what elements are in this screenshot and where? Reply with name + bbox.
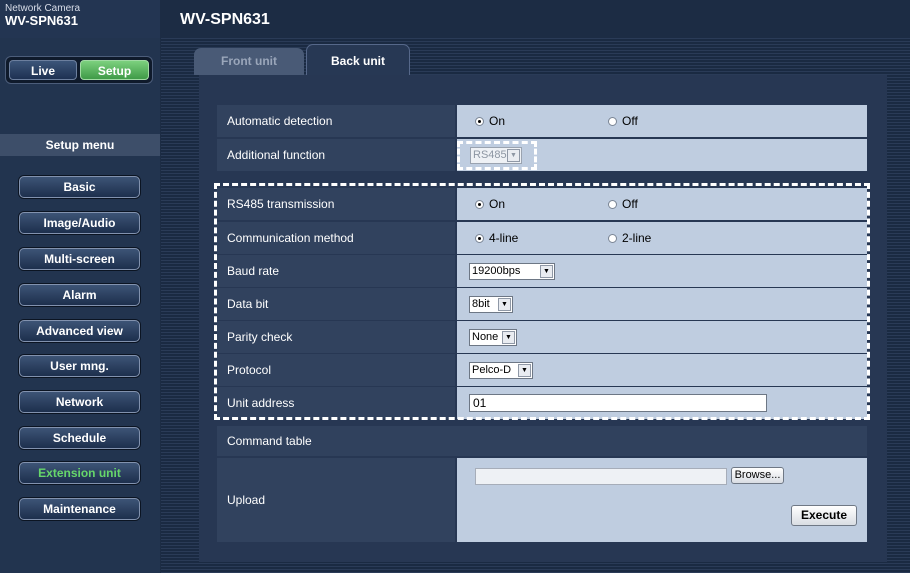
protocol-value: Pelco-D ▼ bbox=[457, 354, 867, 386]
communication-method-2line-radio[interactable]: 2-line bbox=[608, 222, 651, 254]
row-rs485-transmission: RS485 transmission On Off bbox=[217, 188, 867, 220]
tab-front-unit[interactable]: Front unit bbox=[194, 48, 304, 75]
file-path-input[interactable] bbox=[475, 468, 727, 485]
select-value: 8bit bbox=[472, 298, 490, 310]
sidebar-item-multi-screen[interactable]: Multi-screen bbox=[19, 248, 140, 270]
chevron-down-icon: ▼ bbox=[507, 149, 520, 162]
radio-label: 4-line bbox=[489, 231, 519, 245]
protocol-select[interactable]: Pelco-D ▼ bbox=[469, 362, 533, 379]
sidebar-item-maintenance[interactable]: Maintenance bbox=[19, 498, 140, 520]
automatic-detection-off-radio[interactable]: Off bbox=[608, 105, 638, 137]
setup-button[interactable]: Setup bbox=[80, 60, 149, 80]
browse-button[interactable]: Browse... bbox=[731, 467, 784, 484]
radio-label: On bbox=[489, 197, 506, 211]
execute-button[interactable]: Execute bbox=[791, 505, 857, 526]
chevron-down-icon: ▼ bbox=[518, 364, 531, 377]
row-baud-rate: Baud rate 19200bps ▼ bbox=[217, 255, 867, 287]
rs485-transmission-on-radio[interactable]: On bbox=[475, 188, 505, 220]
sidebar-item-image-audio[interactable]: Image/Audio bbox=[19, 212, 140, 234]
rs485-transmission-label: RS485 transmission bbox=[217, 188, 455, 220]
parity-check-value: None ▼ bbox=[457, 321, 867, 353]
sidebar-item-network[interactable]: Network bbox=[19, 391, 140, 413]
radio-unselected-icon bbox=[608, 116, 617, 126]
brand-block: Network Camera WV-SPN631 bbox=[0, 0, 160, 38]
row-upload: Upload Browse... Execute bbox=[217, 458, 867, 542]
radio-unselected-icon bbox=[608, 199, 617, 209]
chevron-down-icon: ▼ bbox=[498, 298, 511, 311]
select-value: RS485 bbox=[473, 149, 507, 161]
communication-method-4line-radio[interactable]: 4-line bbox=[475, 222, 518, 254]
radio-unselected-icon bbox=[608, 233, 617, 243]
automatic-detection-value: On Off bbox=[457, 105, 867, 137]
radio-selected-icon bbox=[475, 199, 484, 209]
additional-function-value: RS485 ▼ bbox=[457, 139, 867, 171]
select-value: None bbox=[472, 331, 499, 343]
sidebar-item-user-mng[interactable]: User mng. bbox=[19, 355, 140, 377]
setup-menu-header: Setup menu bbox=[0, 134, 160, 156]
unit-address-label: Unit address bbox=[217, 387, 455, 419]
rs485-transmission-value: On Off bbox=[457, 188, 867, 220]
communication-method-label: Communication method bbox=[217, 222, 455, 254]
communication-method-value: 4-line 2-line bbox=[457, 222, 867, 254]
unit-address-value: 01 bbox=[457, 387, 867, 419]
live-button[interactable]: Live bbox=[9, 60, 77, 80]
select-value: Pelco-D bbox=[472, 364, 512, 376]
parity-check-label: Parity check bbox=[217, 321, 455, 353]
row-protocol: Protocol Pelco-D ▼ bbox=[217, 354, 867, 386]
protocol-label: Protocol bbox=[217, 354, 455, 386]
baud-rate-value: 19200bps ▼ bbox=[457, 255, 867, 287]
radio-selected-icon bbox=[475, 116, 484, 126]
parity-check-select[interactable]: None ▼ bbox=[469, 329, 517, 346]
additional-function-label: Additional function bbox=[217, 139, 455, 171]
page-title: WV-SPN631 bbox=[180, 11, 270, 28]
sidebar-item-basic[interactable]: Basic bbox=[19, 176, 140, 198]
command-table-header: Command table bbox=[217, 426, 867, 456]
select-value: 19200bps bbox=[472, 265, 521, 277]
mode-switch: Live Setup bbox=[5, 56, 153, 84]
radio-label: On bbox=[489, 114, 506, 128]
radio-label: 2-line bbox=[622, 231, 652, 245]
upload-value: Browse... Execute bbox=[457, 458, 867, 542]
rs485-transmission-off-radio[interactable]: Off bbox=[608, 188, 638, 220]
sidebar-item-advanced-view[interactable]: Advanced view bbox=[19, 320, 140, 342]
chevron-down-icon: ▼ bbox=[540, 265, 553, 278]
tab-back-unit[interactable]: Back unit bbox=[306, 44, 410, 75]
chevron-down-icon: ▼ bbox=[502, 331, 515, 344]
row-communication-method: Communication method 4-line 2-line bbox=[217, 222, 867, 254]
row-data-bit: Data bit 8bit ▼ bbox=[217, 288, 867, 320]
radio-label: Off bbox=[622, 114, 638, 128]
sidebar-item-alarm[interactable]: Alarm bbox=[19, 284, 140, 306]
row-automatic-detection: Automatic detection On Off bbox=[217, 105, 867, 137]
radio-label: Off bbox=[622, 197, 638, 211]
data-bit-value: 8bit ▼ bbox=[457, 288, 867, 320]
upload-label: Upload bbox=[217, 458, 455, 542]
row-parity-check: Parity check None ▼ bbox=[217, 321, 867, 353]
data-bit-select[interactable]: 8bit ▼ bbox=[469, 296, 513, 313]
data-bit-label: Data bit bbox=[217, 288, 455, 320]
brand-model: WV-SPN631 bbox=[5, 13, 78, 28]
baud-rate-select[interactable]: 19200bps ▼ bbox=[469, 263, 555, 280]
automatic-detection-on-radio[interactable]: On bbox=[475, 105, 505, 137]
radio-selected-icon bbox=[475, 233, 484, 243]
sidebar-item-schedule[interactable]: Schedule bbox=[19, 427, 140, 449]
sidebar-item-extension-unit[interactable]: Extension unit bbox=[19, 462, 140, 484]
row-additional-function: Additional function RS485 ▼ bbox=[217, 139, 867, 171]
additional-function-select[interactable]: RS485 ▼ bbox=[470, 147, 522, 164]
automatic-detection-label: Automatic detection bbox=[217, 105, 455, 137]
unit-address-input[interactable]: 01 bbox=[469, 394, 767, 412]
app-window: Network Camera WV-SPN631 WV-SPN631 Live … bbox=[0, 0, 910, 573]
row-unit-address: Unit address 01 bbox=[217, 387, 867, 419]
baud-rate-label: Baud rate bbox=[217, 255, 455, 287]
